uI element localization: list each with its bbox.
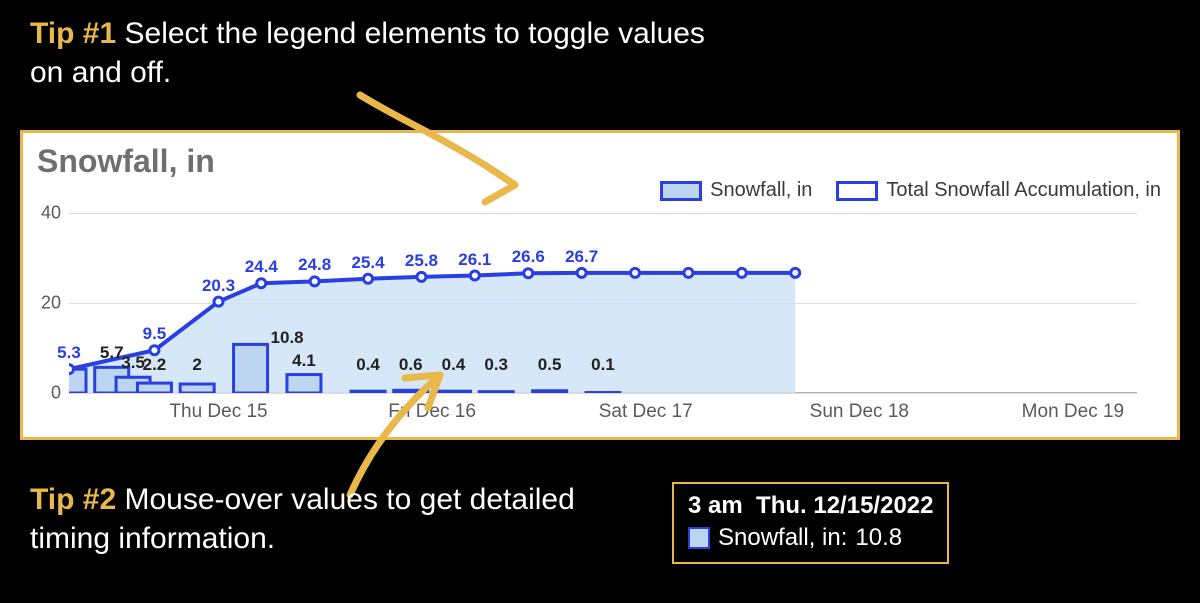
line-data-label: 26.6 (512, 247, 545, 267)
bar-data-label: 0.3 (484, 355, 508, 375)
bar-data-label: 3.5 (121, 353, 145, 373)
line-data-label: 26.7 (565, 247, 598, 267)
legend-label-snowfall: Snowfall, in (710, 179, 812, 202)
line-data-label: 24.4 (245, 257, 278, 277)
x-tick-label: Mon Dec 19 (1022, 401, 1124, 423)
tooltip-swatch-icon (688, 527, 710, 549)
line-data-label: 25.8 (405, 251, 438, 271)
x-tick-label: Fri Dec 16 (388, 401, 476, 423)
line-data-label: 26.1 (458, 250, 491, 270)
chart-title: Snowfall, in (37, 143, 215, 180)
legend-item-snowfall[interactable]: Snowfall, in (660, 179, 812, 202)
chart-panel: Snowfall, in Snowfall, in Total Snowfall… (20, 130, 1180, 440)
tooltip-time: 3 am (688, 492, 743, 519)
tip-2-label: Tip #2 (30, 483, 116, 516)
bar-data-label: 0.1 (591, 355, 615, 375)
line-data-label: 25.4 (351, 253, 384, 273)
bar-data-label: 0.5 (538, 355, 562, 375)
bar-data-label: 2.2 (143, 355, 167, 375)
tooltip-series: Snowfall, in: (718, 524, 847, 552)
x-tick-label: Thu Dec 15 (169, 401, 267, 423)
x-tick-label: Sat Dec 17 (599, 401, 693, 423)
bar-data-label: 0.6 (399, 355, 423, 375)
chart-plot-area[interactable]: 02040Thu Dec 15Fri Dec 16Sat Dec 17Sun D… (69, 213, 1137, 393)
tip-2: Tip #2 Mouse-over values to get detailed… (30, 480, 650, 558)
line-data-label: 5.3 (57, 343, 81, 363)
line-data-label: 20.3 (202, 276, 235, 296)
x-tick-label: Sun Dec 18 (810, 401, 909, 423)
y-tick-label: 40 (41, 203, 61, 224)
tip-1: Tip #1 Select the legend elements to tog… (30, 14, 730, 92)
tooltip-box: 3 am Thu. 12/15/2022 Snowfall, in: 10.8 (672, 482, 949, 564)
legend-swatch-filled-icon (660, 181, 702, 201)
tooltip-value: 10.8 (855, 524, 902, 552)
chart-legend: Snowfall, in Total Snowfall Accumulation… (660, 179, 1161, 202)
y-tick-label: 20 (41, 293, 61, 314)
bar-data-label: 0.4 (442, 355, 466, 375)
line-data-label: 24.8 (298, 255, 331, 275)
legend-swatch-hollow-icon (836, 181, 878, 201)
legend-label-accumulation: Total Snowfall Accumulation, in (886, 179, 1161, 202)
y-tick-label: 0 (51, 383, 61, 404)
legend-item-accumulation[interactable]: Total Snowfall Accumulation, in (836, 179, 1161, 202)
gridline (69, 393, 1137, 394)
bar-data-label: 4.1 (292, 351, 316, 371)
line-data-label: 9.5 (143, 324, 167, 344)
tip-1-label: Tip #1 (30, 17, 116, 50)
bar-data-label: 2 (192, 355, 201, 375)
bar-data-label: 5.7 (100, 343, 124, 363)
bar-data-label: 0.4 (356, 355, 380, 375)
bar-highlight-label: 10.8 (271, 328, 304, 348)
tip-1-text: Select the legend elements to toggle val… (30, 17, 705, 89)
tooltip-date: Thu. 12/15/2022 (756, 492, 933, 519)
